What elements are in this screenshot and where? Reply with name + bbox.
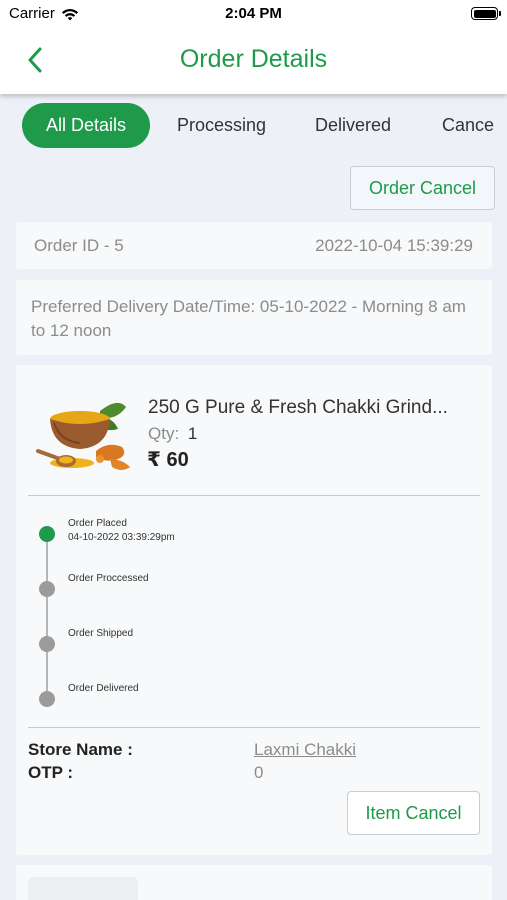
preferred-delivery-card: Preferred Delivery Date/Time: 05-10-2022…: [16, 280, 492, 355]
quantity-label: Qty:: [148, 424, 180, 443]
otp-value: 0: [254, 763, 264, 782]
timeline-line: [46, 535, 48, 699]
timeline-label-processed: Order Proccessed: [68, 573, 149, 584]
timeline-dot-placed: [39, 526, 55, 542]
tab-all-details[interactable]: All Details: [22, 103, 150, 148]
timeline-dot-delivered: [39, 691, 55, 707]
timeline-label-shipped: Order Shipped: [68, 628, 134, 639]
status-time: 2:04 PM: [225, 5, 282, 22]
product-price: ₹ 60: [147, 449, 189, 471]
item-cancel-button[interactable]: Item Cancel: [347, 791, 480, 835]
timeline-date-placed: 04-10-2022 03:39:29pm: [68, 532, 175, 543]
status-bar: Carrier 2:04 PM: [0, 0, 507, 28]
store-name-link[interactable]: Laxmi Chakki: [254, 740, 356, 760]
timeline-label-placed: Order Placed: [68, 518, 127, 529]
order-item-card: [16, 865, 492, 900]
product-image: [36, 402, 130, 470]
order-datetime: 2022-10-04 15:39:29: [315, 236, 473, 255]
order-id: Order ID - 5: [34, 236, 124, 255]
store-name-label: Store Name :: [28, 740, 133, 759]
battery-icon: [471, 7, 501, 20]
preferred-delivery-text: Preferred Delivery Date/Time: 05-10-2022…: [31, 297, 466, 340]
timeline-label-delivered: Order Delivered: [68, 683, 139, 694]
app-header: Order Details: [0, 28, 507, 94]
page-title: Order Details: [179, 45, 328, 73]
quantity-row: Qty: 1: [148, 424, 197, 444]
divider: [28, 495, 480, 496]
order-cancel-button[interactable]: Order Cancel: [350, 166, 495, 210]
status-tabs: All Details Processing Delivered Cance: [0, 94, 507, 156]
tab-delivered[interactable]: Delivered: [315, 103, 391, 148]
timeline-dot-shipped: [39, 636, 55, 652]
tab-cancelled[interactable]: Cance: [442, 103, 494, 148]
order-id-card: Order ID - 5 2022-10-04 15:39:29: [16, 222, 492, 269]
otp-label: OTP :: [28, 763, 74, 782]
quantity-value: 1: [187, 424, 198, 443]
product-name: 250 G Pure & Fresh Chakki Grind...: [148, 397, 448, 418]
timeline-dot-processed: [39, 581, 55, 597]
product-image: [28, 877, 138, 900]
divider: [28, 727, 480, 728]
order-item-card: 250 G Pure & Fresh Chakki Grind... Qty: …: [16, 365, 492, 855]
tab-processing[interactable]: Processing: [177, 103, 266, 148]
